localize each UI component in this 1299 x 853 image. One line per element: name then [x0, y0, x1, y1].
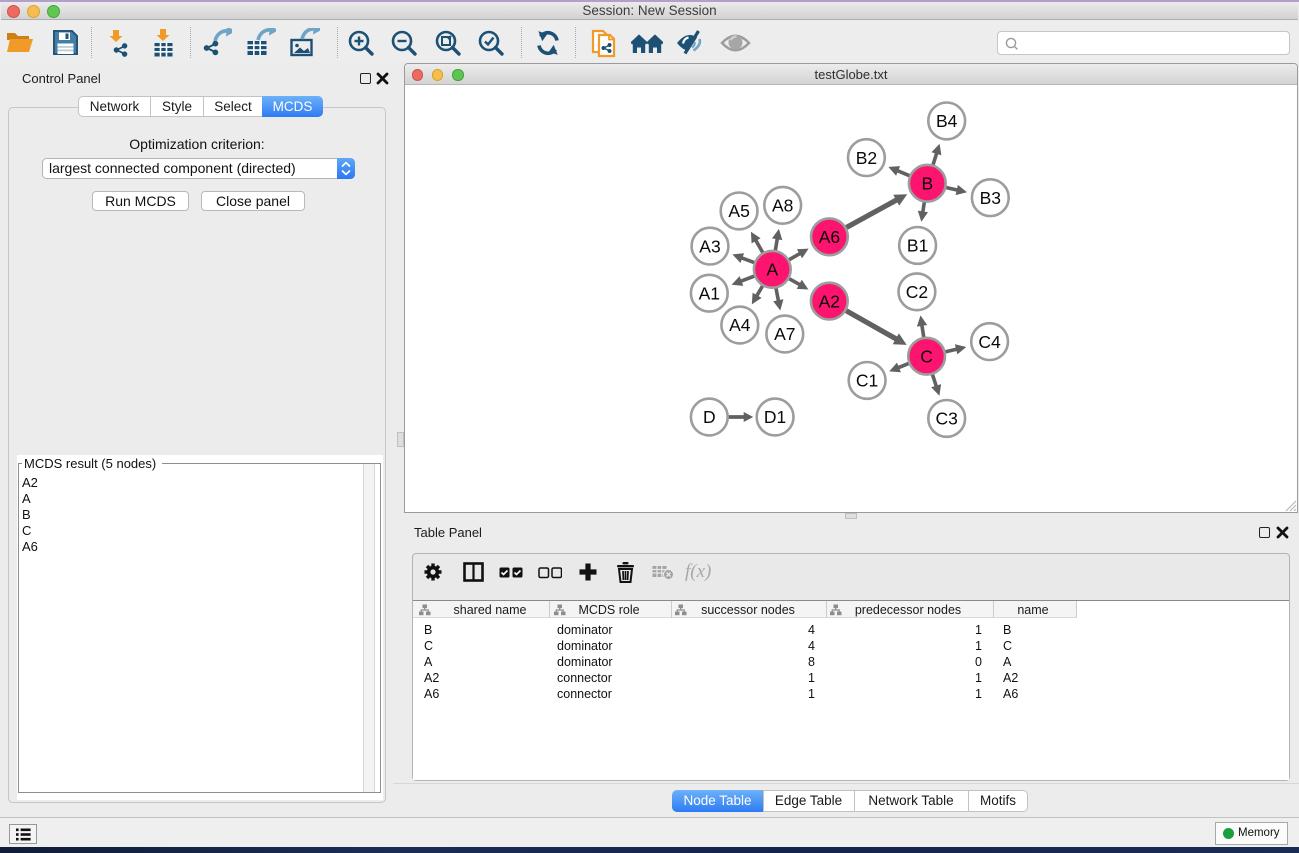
- svg-text:C1: C1: [856, 371, 878, 391]
- svg-text:D: D: [703, 407, 716, 427]
- svg-text:B4: B4: [936, 111, 958, 131]
- svg-text:A5: A5: [728, 201, 749, 221]
- svg-text:C4: C4: [978, 332, 1001, 352]
- svg-text:D1: D1: [764, 407, 786, 427]
- svg-text:A: A: [766, 260, 778, 280]
- svg-text:C: C: [920, 346, 933, 366]
- svg-text:B1: B1: [907, 236, 928, 256]
- svg-text:B3: B3: [980, 188, 1001, 208]
- svg-text:A1: A1: [699, 283, 720, 303]
- svg-text:C3: C3: [936, 409, 958, 429]
- svg-text:B: B: [921, 173, 933, 193]
- svg-text:A3: A3: [699, 236, 720, 256]
- svg-text:A4: A4: [729, 315, 751, 335]
- svg-text:A2: A2: [819, 291, 840, 311]
- svg-text:C2: C2: [906, 282, 928, 302]
- svg-text:A8: A8: [772, 196, 793, 216]
- svg-text:A6: A6: [819, 227, 840, 247]
- svg-text:A7: A7: [774, 324, 795, 344]
- svg-text:B2: B2: [856, 148, 877, 168]
